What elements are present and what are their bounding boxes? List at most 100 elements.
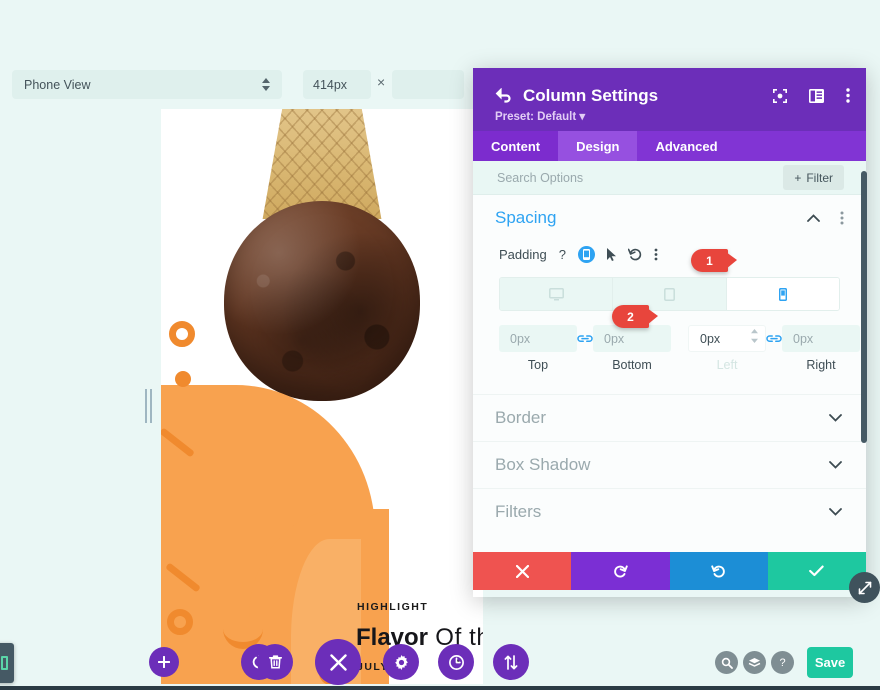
section-title-box-shadow: Box Shadow xyxy=(495,455,591,474)
preset-label: Preset: Default xyxy=(495,111,577,123)
panel-icon xyxy=(0,656,8,670)
column-resize-handle[interactable] xyxy=(141,388,155,424)
device-tab-desktop[interactable] xyxy=(500,278,614,310)
padding-top-label: Top xyxy=(527,358,549,372)
plus-icon: + xyxy=(794,170,802,185)
sort-modules-button[interactable] xyxy=(493,644,529,680)
annotation-marker-2: 2 xyxy=(612,305,658,328)
viewport-width-value: 414px xyxy=(313,77,348,92)
annotation-marker-1: 1 xyxy=(691,249,737,272)
zoom-button[interactable] xyxy=(715,651,738,674)
dimension-separator: × xyxy=(377,74,386,90)
section-header-filters[interactable]: Filters xyxy=(473,489,866,535)
back-arrow-icon[interactable] xyxy=(495,88,512,103)
chevron-down-icon-filters[interactable] xyxy=(829,508,842,516)
deco-dot-1 xyxy=(175,371,191,387)
padding-left-value: 0px xyxy=(700,331,721,346)
padding-bottom-input[interactable]: 0px xyxy=(593,325,671,352)
section-title-border: Border xyxy=(495,408,547,427)
subheadline: Orange Chocolate xyxy=(356,682,483,684)
add-module-button[interactable] xyxy=(149,647,179,677)
bottom-edge-strip xyxy=(0,686,880,690)
padding-kebab-icon[interactable] xyxy=(654,248,658,261)
padding-bottom-label: Bottom xyxy=(612,358,652,372)
builder-settings-button[interactable] xyxy=(383,644,419,680)
padding-right-label: Right xyxy=(806,358,836,372)
padding-left-input[interactable]: 0px xyxy=(688,325,766,352)
phone-responsive-icon[interactable] xyxy=(577,245,595,263)
discard-button[interactable] xyxy=(473,552,572,590)
link-values-icon-1[interactable] xyxy=(577,325,593,352)
section-title-spacing: Spacing xyxy=(495,208,557,227)
close-builder-button[interactable] xyxy=(315,639,361,685)
modal-scrollbar-thumb[interactable] xyxy=(861,171,867,443)
section-title-filters: Filters xyxy=(495,502,542,521)
app-root: Phone View 414px × HIGHLIGHT Flavor Of t… xyxy=(0,0,880,690)
deco-ring-2 xyxy=(169,321,195,347)
kebab-menu-icon[interactable] xyxy=(846,88,850,103)
help-icon[interactable]: ? xyxy=(559,247,566,262)
subheadline-rest: Chocolate xyxy=(426,682,483,684)
save-button[interactable]: Save xyxy=(807,647,853,678)
hover-cursor-icon[interactable] xyxy=(606,247,616,261)
padding-field-left: 0px Left xyxy=(688,325,766,372)
search-options-row: Search Options + Filter xyxy=(473,161,866,195)
search-input[interactable]: Search Options xyxy=(497,171,583,185)
tab-design[interactable]: Design xyxy=(558,131,638,161)
chevron-down-icon-shadow[interactable] xyxy=(829,461,842,469)
chocolate-scoop-graphic xyxy=(224,201,420,401)
padding-field-top: 0px Top xyxy=(499,325,577,372)
section-kebab-icon[interactable] xyxy=(840,211,844,225)
redo-button[interactable] xyxy=(669,552,768,590)
padding-field-right: 0px Right xyxy=(782,325,860,372)
view-mode-select[interactable]: Phone View xyxy=(12,70,282,99)
chevron-up-icon[interactable] xyxy=(807,214,820,222)
section-header-border[interactable]: Border xyxy=(473,395,866,441)
modal-preset[interactable]: Preset: Default ▾ xyxy=(495,109,585,123)
chevron-down-icon-border[interactable] xyxy=(829,414,842,422)
layers-button[interactable] xyxy=(743,651,766,674)
view-mode-label: Phone View xyxy=(24,77,91,92)
section-header-box-shadow[interactable]: Box Shadow xyxy=(473,442,866,488)
padding-fields-row: 0px Top 0px Bottom 0px Left 0px Right xyxy=(499,325,860,372)
modal-footer xyxy=(473,552,866,590)
chevron-down-icon: ▾ xyxy=(579,111,586,123)
padding-label: Padding xyxy=(499,246,547,262)
history-button[interactable] xyxy=(438,644,474,680)
padding-control-row: Padding ? xyxy=(473,241,866,267)
stepper-icon[interactable] xyxy=(751,329,758,343)
viewport-width-input[interactable]: 414px xyxy=(303,70,371,99)
highlight-eyebrow: HIGHLIGHT xyxy=(357,601,429,613)
focus-target-icon[interactable] xyxy=(773,88,787,103)
website-preview-canvas[interactable]: HIGHLIGHT Flavor Of the Month. JULY Oran… xyxy=(161,109,483,684)
subheadline-bold: Orange xyxy=(356,682,426,684)
padding-field-bottom: 0px Bottom xyxy=(593,325,671,372)
modal-header-actions xyxy=(773,88,850,103)
device-tab-phone[interactable] xyxy=(726,278,839,310)
filter-label: Filter xyxy=(806,170,833,185)
reset-icon[interactable] xyxy=(627,248,642,261)
viewport-height-input[interactable] xyxy=(392,70,464,99)
responsive-device-tabs xyxy=(499,277,840,311)
tab-content[interactable]: Content xyxy=(473,131,559,161)
layout-panel-icon[interactable] xyxy=(809,88,824,103)
modal-resize-handle[interactable] xyxy=(849,572,880,603)
column-settings-modal: Column Settings Preset: Default ▾ Conten… xyxy=(473,68,866,597)
padding-top-input[interactable]: 0px xyxy=(499,325,577,352)
section-header-spacing[interactable]: Spacing xyxy=(473,195,866,241)
help-button[interactable]: ? xyxy=(771,651,794,674)
filter-button[interactable]: + Filter xyxy=(783,165,844,190)
chevron-updown-icon xyxy=(262,78,270,91)
link-values-icon-2[interactable] xyxy=(766,325,782,352)
modal-title: Column Settings xyxy=(523,86,659,105)
modal-header: Column Settings Preset: Default ▾ xyxy=(473,68,866,131)
deco-ring-1 xyxy=(167,609,193,635)
padding-left-label: Left xyxy=(716,358,738,372)
tab-advanced[interactable]: Advanced xyxy=(637,131,735,161)
modal-tabs: Content Design Advanced xyxy=(473,131,866,161)
padding-right-input[interactable]: 0px xyxy=(782,325,860,352)
modal-body: Spacing Padding ? 1 0px Top 0px Bottom 0… xyxy=(473,195,866,552)
delete-module-button[interactable] xyxy=(257,644,293,680)
undo-button[interactable] xyxy=(571,552,670,590)
left-edge-panel-tab[interactable] xyxy=(0,643,14,683)
